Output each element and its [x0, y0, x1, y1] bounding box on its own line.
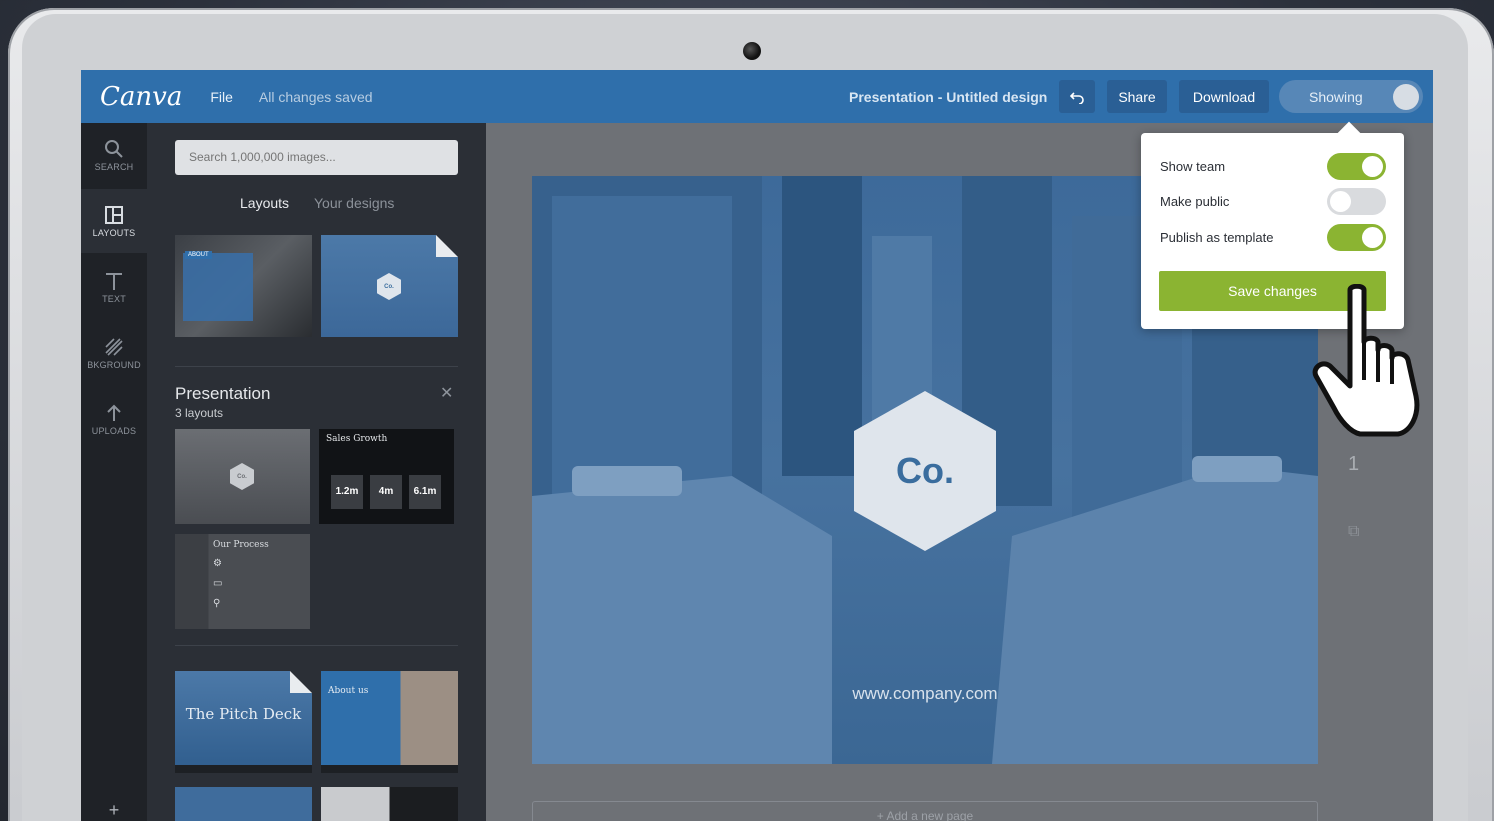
company-url[interactable]: www.company.com [532, 684, 1318, 704]
layout-thumb-partial[interactable] [175, 787, 312, 821]
duplicate-icon[interactable]: ⧉ [1348, 523, 1359, 541]
rail-label: LAYOUTS [92, 227, 136, 238]
share-button[interactable]: Share [1107, 80, 1167, 113]
app-logo[interactable]: Canva [100, 82, 182, 112]
search-icon [105, 139, 123, 158]
rail-item-uploads[interactable]: UPLOADS [81, 387, 147, 451]
layout-icon [105, 205, 123, 224]
app-window: Canva File All changes saved Presentatio… [81, 70, 1433, 821]
divider [175, 366, 458, 367]
thumb-title: About us [328, 686, 369, 696]
text-icon [106, 272, 122, 290]
rail-item-text[interactable]: TEXT [81, 255, 147, 319]
download-button[interactable]: Download [1179, 80, 1269, 113]
layout-thumb-sales-growth[interactable]: Sales Growth 1.2m 4m 6.1m [319, 429, 454, 524]
monitor-icon: ▭ [213, 578, 223, 589]
thumb-stat: 1.2m [331, 475, 363, 509]
rail-label: BKGROUND [87, 359, 141, 370]
add-button[interactable]: + [81, 790, 147, 821]
hand-pointer-icon [1312, 284, 1420, 437]
thumb-logo: Co. [377, 273, 401, 300]
switch-knob [1330, 191, 1351, 212]
switch-knob [1362, 156, 1383, 177]
rail-item-layouts[interactable]: LAYOUTS [81, 189, 147, 253]
tab-layouts[interactable]: Layouts [240, 195, 289, 211]
thumb-title: Sales Growth [326, 434, 388, 444]
undo-icon [1070, 91, 1084, 104]
rail-item-background[interactable]: BKGROUND [81, 321, 147, 385]
rail-label: UPLOADS [91, 425, 137, 436]
thumb-title: Our Process [213, 540, 269, 550]
publish-template-switch[interactable] [1327, 224, 1386, 251]
thumb-logo: Co. [230, 463, 254, 490]
layout-thumb-pitch-deck[interactable]: The Pitch Deck [175, 671, 312, 773]
layout-thumb-co[interactable]: Co. [321, 235, 458, 337]
rail-label: SEARCH [94, 161, 134, 172]
section-title: Presentation [175, 384, 271, 403]
showing-toggle[interactable]: Showing [1279, 80, 1423, 113]
layout-thumb-our-process[interactable]: Our Process ⚙ ▭ ⚲ [175, 534, 310, 629]
page-number: 1 [1348, 453, 1360, 475]
gear-icon: ⚙ [213, 558, 222, 569]
section-subtitle: 3 layouts [175, 406, 224, 420]
layout-thumb-about[interactable]: ABOUT [175, 235, 312, 337]
thumb-footer [321, 765, 458, 773]
document-title[interactable]: Presentation - Untitled design [849, 89, 1047, 105]
search-icon: ⚲ [213, 598, 221, 609]
upload-icon [107, 404, 121, 421]
toggle-knob [1393, 84, 1419, 110]
thumb-stat: 4m [370, 475, 402, 509]
thumb-stat: 6.1m [409, 475, 441, 509]
show-team-switch[interactable] [1327, 153, 1386, 180]
divider [175, 645, 458, 646]
add-page-button[interactable]: + Add a new page [532, 801, 1318, 821]
layouts-panel: Layouts Your designs ABOUT Co. Presentat… [147, 123, 486, 821]
thumb-title: The Pitch Deck [185, 705, 302, 723]
top-bar: Canva File All changes saved Presentatio… [81, 70, 1433, 123]
layout-thumb-partial[interactable] [321, 787, 458, 821]
page-curl [436, 235, 458, 257]
rail-label: TEXT [102, 293, 126, 304]
undo-button[interactable] [1059, 80, 1095, 113]
file-menu[interactable]: File [210, 89, 233, 105]
showing-label: Showing [1309, 88, 1363, 105]
make-public-switch[interactable] [1327, 188, 1386, 215]
webcam [743, 42, 761, 60]
close-icon[interactable]: ✕ [440, 383, 453, 403]
background-icon [105, 337, 123, 356]
make-public-label: Make public [1160, 194, 1230, 209]
tool-rail: SEARCH LAYOUTS TEXT BKGROUND UPLOADS + [81, 123, 147, 821]
switch-knob [1362, 227, 1383, 248]
tab-your-designs[interactable]: Your designs [314, 195, 394, 211]
show-team-label: Show team [1160, 159, 1226, 174]
save-status: All changes saved [258, 88, 373, 105]
image-search-input[interactable] [175, 140, 458, 175]
thumb-footer [175, 765, 312, 773]
layout-thumb-about-us[interactable]: About us [321, 671, 458, 773]
thumb-text-block [183, 253, 253, 321]
rail-item-search[interactable]: SEARCH [81, 123, 147, 187]
page-curl [290, 671, 312, 693]
layout-thumb-street[interactable]: Co. [175, 429, 310, 524]
thumb-tag: ABOUT [185, 251, 212, 259]
publish-template-label: Publish as template [1160, 230, 1274, 245]
